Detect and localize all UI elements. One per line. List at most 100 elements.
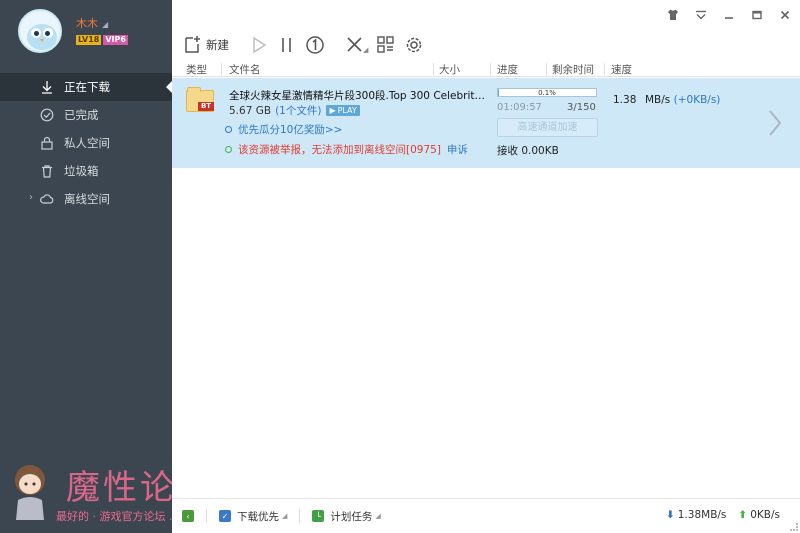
column-size[interactable]: 大小: [439, 62, 460, 77]
caret-icon: ◢: [282, 512, 288, 520]
column-divider: [546, 63, 547, 75]
minimize-icon[interactable]: [722, 8, 736, 22]
column-type[interactable]: 类型: [186, 62, 207, 77]
upload-speed-text: 0KB/s: [750, 509, 780, 521]
toolbar: 新建 ◢: [172, 30, 800, 60]
new-task-label: 新建: [206, 38, 229, 52]
main-panel: 新建 ◢ 类型 文件名 大小 进度 剩余时间 速度 BT 全球火辣女星激情精华片…: [172, 0, 800, 533]
task-list-empty-area: [172, 168, 800, 498]
vip-badge: VIP6: [103, 35, 128, 45]
play-label: PLAY: [337, 106, 357, 115]
username[interactable]: 木木 ◢: [76, 15, 108, 31]
progress-bar: 0.1%: [497, 88, 597, 97]
play-triangle-icon: ▶: [329, 106, 336, 115]
sidebar-item-downloading[interactable]: 正在下载: [0, 73, 172, 101]
task-file-count[interactable]: (1个文件): [275, 103, 321, 118]
error-message: 该资源被举报，无法添加到离线空间[0975] 申诉: [225, 142, 468, 157]
task-row[interactable]: BT 全球火辣女星激情精华片段300段.Top 300 Celebrity Nu…: [172, 78, 800, 168]
upload-speed: ⬆ 0KB/s: [738, 509, 780, 521]
arrow-down-icon: ⬇: [665, 509, 675, 521]
new-file-icon: [185, 36, 200, 53]
column-remaining[interactable]: 剩余时间: [552, 62, 594, 77]
level-badge: LV18: [76, 35, 102, 45]
sidebar-item-label: 正在下载: [64, 80, 110, 94]
schedule-clock-icon: └: [312, 510, 325, 522]
badges: LV18 VIP6: [76, 35, 128, 45]
appeal-link[interactable]: 申诉: [447, 142, 468, 157]
download-priority-button[interactable]: ✓ 下载优先 ◢: [219, 509, 287, 524]
collapse-left-icon: ‹: [182, 510, 194, 522]
chevron-right-icon[interactable]: [766, 108, 784, 138]
pause-button[interactable]: [277, 35, 297, 55]
gear-icon: [407, 37, 422, 53]
start-button[interactable]: [249, 35, 269, 55]
scheduled-task-label: 计划任务: [330, 510, 373, 523]
sidebar-item-completed[interactable]: 已完成: [0, 101, 172, 129]
chevron-right-icon[interactable]: ›: [29, 192, 33, 203]
skin-icon[interactable]: [666, 8, 680, 22]
bt-tag: BT: [198, 102, 214, 111]
segment-count: 3/150: [567, 102, 596, 113]
speed-value: 1.38: [613, 94, 637, 106]
priority-button[interactable]: [305, 35, 325, 55]
check-icon: [40, 108, 54, 122]
task-filename: 全球火辣女星激情精华片段300段.Top 300 Celebrity Nud..…: [229, 90, 491, 102]
sidebar-item-trash[interactable]: 垃圾箱: [0, 157, 172, 185]
speed-unit: MB/s (+0KB/s): [645, 94, 720, 106]
column-speed[interactable]: 速度: [611, 62, 632, 77]
speed-summary: ⬇ 1.38MB/s ⬆ 0KB/s: [666, 509, 780, 521]
divider: [299, 509, 301, 523]
avatar[interactable]: [18, 9, 62, 53]
status-dot-icon: [225, 126, 232, 133]
status-bar: ‹ ✓ 下载优先 ◢ └ 计划任务 ◢ ⬇ 1.38MB/s ⬆ 0KB/s: [172, 498, 800, 533]
sidebar-nav: 正在下载 已完成 私人空间 垃圾箱 › 离线空间: [0, 73, 172, 213]
priority-one-icon: [306, 36, 324, 54]
caret-icon: ◢: [102, 20, 109, 29]
close-icon[interactable]: [778, 8, 792, 22]
progress-text: 0.1%: [538, 89, 556, 97]
download-speed-text: 1.38MB/s: [677, 509, 727, 521]
download-speed: ⬇ 1.38MB/s: [666, 509, 726, 521]
settings-button[interactable]: [404, 35, 424, 55]
divider: [206, 509, 207, 523]
delete-x-icon: [347, 37, 362, 52]
sidebar-item-private-space[interactable]: 私人空间: [0, 129, 172, 157]
pause-icon: [282, 38, 291, 52]
caret-icon: ◢: [375, 512, 381, 520]
arrow-up-icon: ⬆: [738, 509, 748, 521]
download-icon: [42, 81, 52, 94]
sidebar-item-label: 私人空间: [64, 136, 110, 150]
priority-check-icon: ✓: [219, 510, 231, 522]
received-amount: 接收 0.00KB: [497, 145, 559, 157]
collapse-button[interactable]: ‹: [182, 510, 194, 522]
resize-grip-icon[interactable]: [790, 523, 798, 531]
cloud-icon: [40, 194, 54, 204]
priority-reward-link[interactable]: 优先瓜分10亿奖励>>: [225, 122, 342, 137]
window-controls: [666, 8, 792, 22]
username-text: 木木: [76, 17, 98, 30]
sidebar: 木木 ◢ LV18 VIP6 正在下载 已完成 私人空间 垃圾箱 › 离线空间: [0, 0, 172, 533]
menu-icon[interactable]: [694, 8, 708, 22]
column-divider: [221, 63, 222, 75]
column-divider: [490, 63, 491, 75]
new-task-button[interactable]: 新建: [182, 35, 229, 55]
sidebar-item-label: 已完成: [64, 108, 99, 122]
column-divider: [604, 63, 605, 75]
batch-button[interactable]: [376, 35, 396, 55]
play-button[interactable]: ▶ PLAY: [326, 105, 360, 116]
column-filename[interactable]: 文件名: [229, 62, 261, 77]
sidebar-item-offline-space[interactable]: › 离线空间: [0, 185, 172, 213]
column-header: 类型 文件名 大小 进度 剩余时间 速度: [172, 61, 800, 77]
delete-button[interactable]: ◢: [345, 35, 368, 55]
sidebar-item-label: 垃圾箱: [64, 164, 99, 178]
error-text: 该资源被举报，无法添加到离线空间[0975]: [238, 144, 441, 156]
speed-extra: (+0KB/s): [673, 94, 721, 106]
scheduled-task-button[interactable]: └ 计划任务 ◢: [312, 509, 381, 524]
caret-icon: ◢: [363, 46, 369, 54]
column-progress[interactable]: 进度: [497, 62, 518, 77]
column-divider: [433, 63, 434, 75]
elapsed-time: 01:09:57: [497, 102, 542, 113]
highspeed-button[interactable]: 高速通道加速: [497, 118, 598, 137]
folder-icon: BT: [186, 87, 214, 112]
maximize-icon[interactable]: [750, 8, 764, 22]
